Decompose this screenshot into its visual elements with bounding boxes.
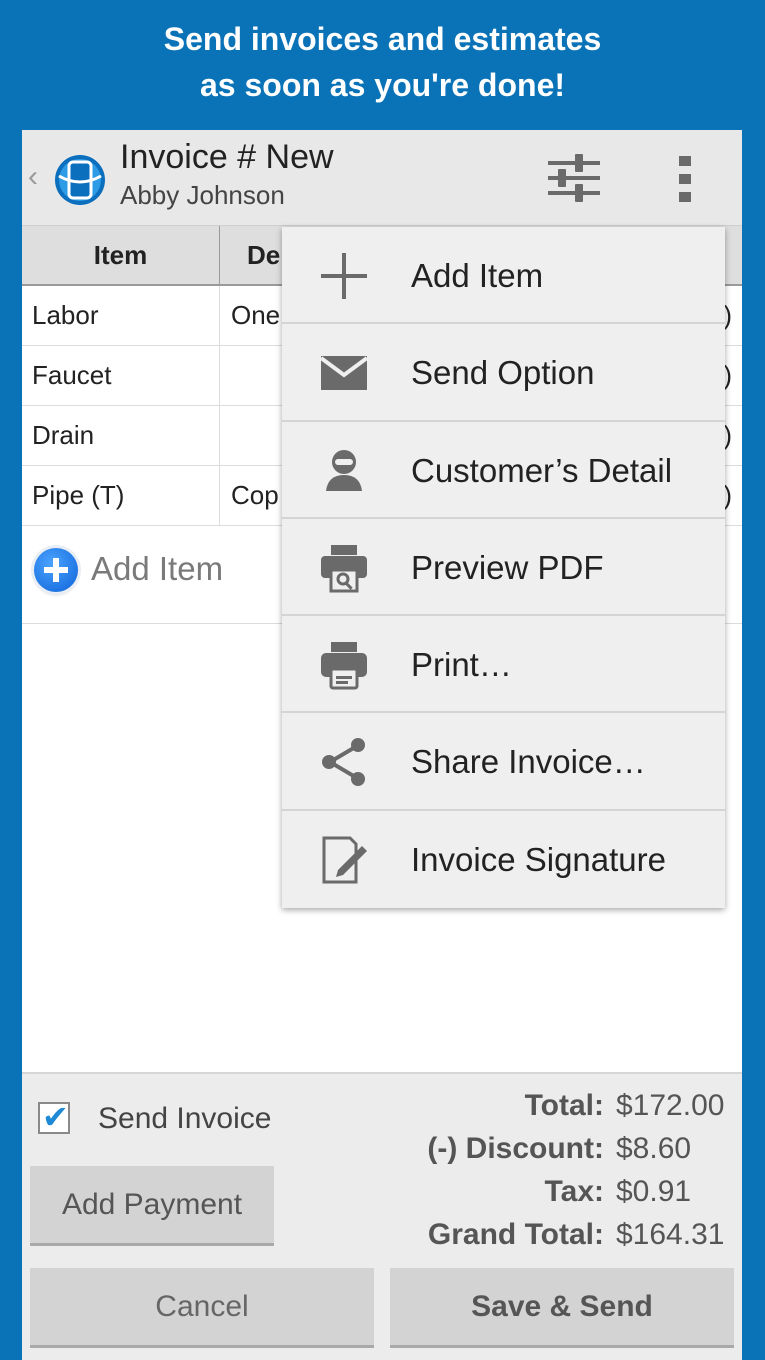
- cell-item: Labor: [22, 286, 220, 345]
- total-row: Total: $172.00: [310, 1084, 730, 1127]
- menu-item-label: Share Invoice…: [411, 743, 646, 781]
- page-title: Invoice # New: [120, 138, 334, 176]
- checkmark-icon: ✔: [42, 1099, 69, 1135]
- save-and-send-button[interactable]: Save & Send: [390, 1268, 734, 1348]
- add-circle-icon[interactable]: [34, 548, 78, 592]
- discount-label: (-) Discount:: [427, 1132, 604, 1165]
- discount-value: $8.60: [616, 1132, 692, 1165]
- signature-icon: [322, 836, 367, 884]
- grand-total-value: $164.31: [616, 1218, 725, 1251]
- banner-line-1: Send invoices and estimates: [163, 21, 602, 57]
- cell-item: Drain: [22, 406, 220, 465]
- menu-item-add-item[interactable]: Add Item: [282, 227, 725, 325]
- menu-item-print[interactable]: Print…: [282, 616, 725, 714]
- tax-value: $0.91: [616, 1175, 692, 1208]
- discount-row: (-) Discount: $8.60: [310, 1127, 730, 1170]
- promo-banner: Send invoices and estimates as soon as y…: [0, 0, 765, 130]
- menu-item-label: Print…: [411, 646, 512, 684]
- add-item-label[interactable]: Add Item: [91, 550, 223, 588]
- menu-item-label: Add Item: [411, 257, 544, 294]
- person-icon: [326, 449, 362, 491]
- customer-name: Abby Johnson: [120, 180, 285, 210]
- total-value: $172.00: [616, 1089, 725, 1122]
- tax-row: Tax: $0.91: [310, 1170, 730, 1213]
- send-invoice-label[interactable]: Send Invoice: [98, 1102, 271, 1136]
- menu-item-share-invoice[interactable]: Share Invoice…: [282, 713, 725, 811]
- cell-item: Pipe (T): [22, 466, 220, 525]
- menu-item-invoice-signature[interactable]: Invoice Signature: [282, 811, 725, 908]
- menu-item-label: Customer’s Detail: [411, 451, 673, 489]
- grand-total-row: Grand Total: $164.31: [310, 1213, 730, 1256]
- column-header-item[interactable]: Item: [22, 226, 220, 284]
- printer-icon: [321, 642, 367, 690]
- cancel-button[interactable]: Cancel: [30, 1268, 374, 1348]
- total-label: Total:: [524, 1089, 604, 1122]
- tax-label: Tax:: [544, 1175, 604, 1208]
- menu-item-customer-detail[interactable]: Customer’s Detail: [282, 422, 725, 519]
- back-caret-icon[interactable]: ‹: [28, 160, 38, 194]
- print-preview-icon: [321, 544, 367, 593]
- invoice-summary-panel: ✔ Send Invoice Total: $172.00 (-) Discoun…: [22, 1072, 742, 1360]
- menu-item-send-option[interactable]: Send Option: [282, 324, 725, 422]
- totals-block: Total: $172.00 (-) Discount: $8.60 Tax: $0.…: [310, 1084, 730, 1256]
- send-invoice-checkbox[interactable]: ✔: [38, 1099, 70, 1135]
- menu-item-label: Send Option: [411, 354, 595, 392]
- envelope-icon: [319, 356, 369, 391]
- sliders-icon[interactable]: [546, 152, 602, 204]
- share-icon: [322, 738, 365, 787]
- menu-item-preview-pdf[interactable]: Preview PDF: [282, 519, 725, 617]
- grand-total-label: Grand Total:: [427, 1218, 604, 1251]
- add-payment-button[interactable]: Add Payment: [30, 1166, 274, 1246]
- plus-icon: [321, 253, 367, 299]
- app-logo-icon[interactable]: [54, 154, 106, 206]
- overflow-menu-icon[interactable]: [672, 154, 698, 204]
- cell-item: Faucet: [22, 346, 220, 405]
- banner-line-2: as soon as you're done!: [199, 67, 566, 103]
- menu-item-label: Invoice Signature: [411, 840, 666, 878]
- action-bar: ‹ Invoice # New Abby Johnson: [22, 130, 742, 226]
- overflow-dropdown-menu: Add Item Send Option Customer’s Detail P…: [282, 227, 725, 908]
- menu-item-label: Preview PDF: [411, 548, 604, 586]
